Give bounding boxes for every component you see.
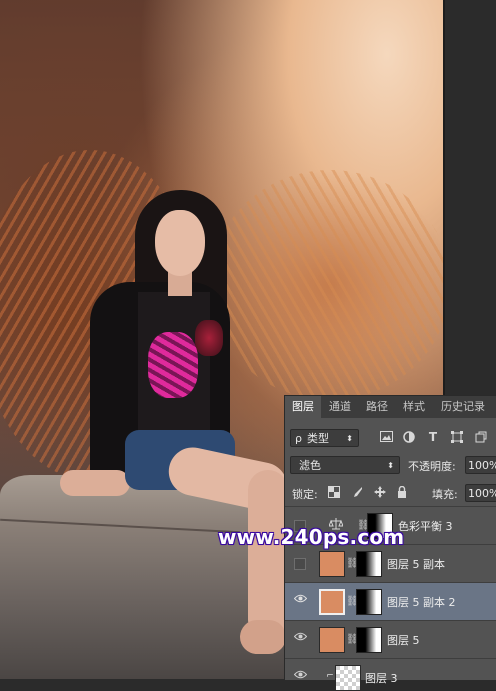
panel-tab-bar: 图层 通道 路径 样式 历史记录 (285, 396, 496, 418)
tab-paths[interactable]: 路径 (360, 396, 394, 418)
fern-foliage-right (210, 170, 450, 400)
woman-face (155, 210, 205, 276)
filter-type-label: 类型 (307, 432, 329, 445)
layer-name[interactable]: 图层 5 (387, 632, 420, 648)
layer-thumbnail[interactable] (319, 551, 345, 577)
mask-link-icon[interactable]: ⛓ (346, 633, 359, 647)
eye-icon[interactable] (293, 594, 307, 608)
search-icon: ρ (295, 432, 302, 445)
fill-label: 填充: (432, 488, 458, 501)
woman-hand (60, 470, 130, 496)
layer-filter-select[interactable]: ρ 类型 ⬍ (290, 429, 359, 447)
workspace-background (445, 0, 496, 395)
fill-value: 100% (468, 487, 496, 500)
layer-row-5-copy-2[interactable]: ⛓ 图层 5 副本 2 (285, 582, 496, 620)
chevron-updown-icon: ⬍ (346, 434, 353, 443)
layer-thumbnail[interactable] (319, 589, 345, 615)
layer-name[interactable]: 图层 5 副本 (387, 556, 445, 572)
opacity-label: 不透明度: (408, 460, 456, 473)
watermark-text: www.240ps.com (218, 525, 405, 549)
tab-styles[interactable]: 样式 (397, 396, 431, 418)
layer-row-3[interactable]: ⌐ 图层 3 (285, 658, 496, 691)
tab-layers[interactable]: 图层 (285, 396, 321, 418)
eye-icon[interactable] (293, 632, 307, 646)
layer-row-5[interactable]: ⛓ 图层 5 (285, 620, 496, 658)
lock-label: 锁定: (292, 488, 318, 501)
lock-transparent-icon[interactable] (327, 486, 341, 500)
tab-history[interactable]: 历史记录 (434, 396, 492, 418)
smart-object-filter-icon[interactable] (474, 431, 488, 445)
lock-position-icon[interactable] (373, 486, 387, 500)
text-filter-icon[interactable]: T (426, 430, 440, 444)
eye-icon[interactable] (293, 670, 307, 684)
woman-foot (240, 620, 286, 654)
image-filter-icon[interactable] (379, 431, 393, 445)
layer-name[interactable]: 图层 3 (365, 670, 398, 686)
lock-all-icon[interactable] (395, 485, 409, 500)
visibility-toggle-off[interactable] (294, 558, 306, 570)
layer-row-5-copy[interactable]: ⛓ 图层 5 副本 (285, 544, 496, 582)
blend-mode-select[interactable]: 滤色 ⬍ (290, 456, 400, 474)
woman-leg (248, 470, 288, 640)
chevron-updown-icon: ⬍ (387, 461, 394, 470)
lock-pixels-icon[interactable] (350, 486, 364, 500)
opacity-value: 100% (468, 459, 496, 472)
layer-thumbnail[interactable] (335, 665, 361, 691)
layer-mask-thumbnail[interactable] (356, 551, 382, 577)
shirt-print (148, 332, 198, 398)
opacity-field[interactable]: 100% (465, 456, 496, 474)
canvas-edge (443, 0, 445, 395)
tab-channels[interactable]: 通道 (323, 396, 357, 418)
mask-link-icon[interactable]: ⛓ (346, 557, 359, 571)
layer-mask-thumbnail[interactable] (356, 589, 382, 615)
adjustment-filter-icon[interactable] (402, 431, 416, 445)
layer-mask-thumbnail[interactable] (356, 627, 382, 653)
mask-link-icon[interactable]: ⛓ (346, 595, 359, 609)
shape-filter-icon[interactable] (450, 431, 464, 445)
blend-mode-value: 滤色 (299, 459, 321, 472)
layer-thumbnail[interactable] (319, 627, 345, 653)
layer-name[interactable]: 图层 5 副本 2 (387, 594, 456, 610)
layer-name[interactable]: 色彩平衡 3 (398, 518, 453, 534)
fill-field[interactable]: 100% (465, 484, 496, 502)
hair-tint (195, 320, 223, 356)
